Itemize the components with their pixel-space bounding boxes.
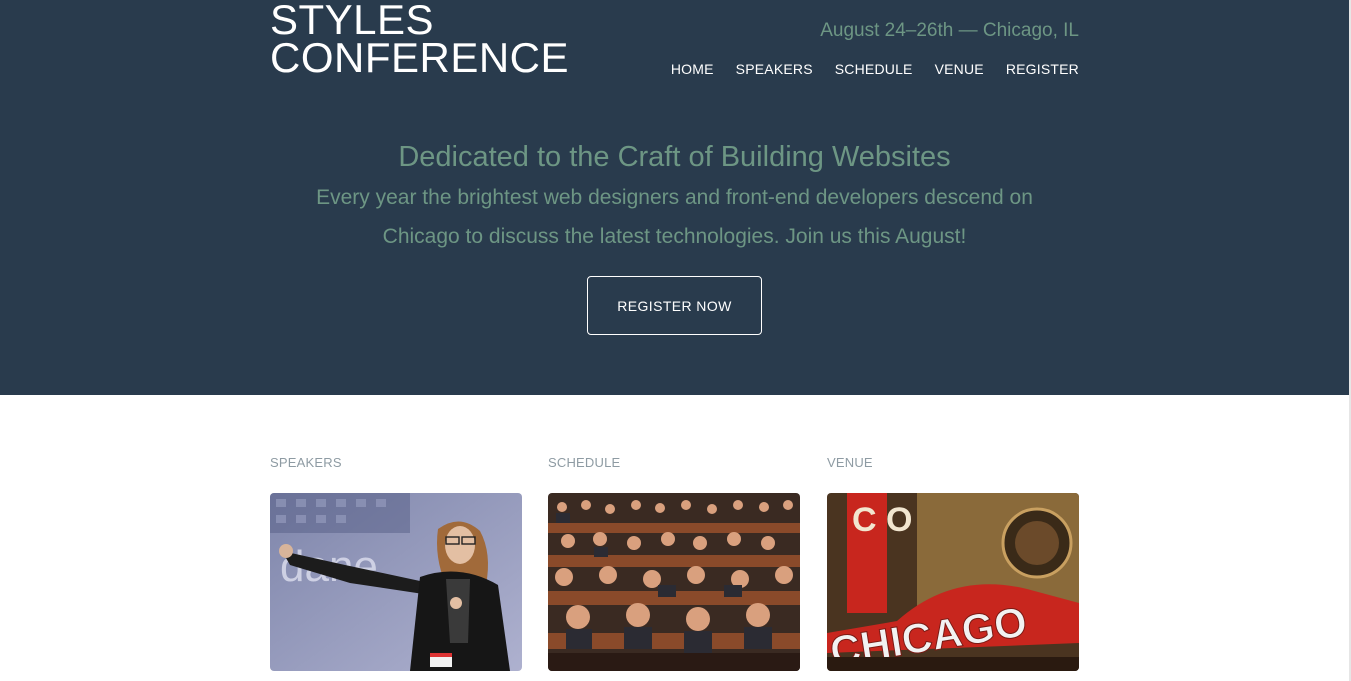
- nav-item-schedule[interactable]: SCHEDULE: [835, 61, 913, 77]
- teaser-speakers: SPEAKERS dane: [270, 455, 522, 671]
- event-date-location: August 24–26th — Chicago, IL: [820, 20, 1079, 41]
- site-logo[interactable]: STYLES CONFERENCE: [270, 0, 570, 81]
- hero-tagline: Dedicated to the Craft of Building Websi…: [398, 141, 951, 173]
- logo-line-2: CONFERENCE: [270, 34, 570, 81]
- venue-vertical-text: C O: [852, 501, 912, 539]
- teaser-venue: VENUE C O CHICAGO: [827, 455, 1079, 671]
- nav-item-speakers[interactable]: SPEAKERS: [736, 61, 813, 77]
- teaser-schedule: SCHEDULE: [548, 455, 800, 671]
- primary-header: STYLES CONFERENCE August 24–26th — Chica…: [0, 0, 1349, 395]
- main-nav: HOME SPEAKERS SCHEDULE VENUE REGISTER: [671, 61, 1079, 77]
- teaser-heading: VENUE: [827, 455, 873, 470]
- speaker-presenting-photo[interactable]: dane: [270, 493, 522, 671]
- nav-item-home[interactable]: HOME: [671, 61, 714, 77]
- teaser-heading: SPEAKERS: [270, 455, 342, 470]
- teaser-heading: SCHEDULE: [548, 455, 621, 470]
- chicago-theater-sign-photo[interactable]: C O CHICAGO: [827, 493, 1079, 671]
- audience-in-theater-photo[interactable]: [548, 493, 800, 671]
- hero-intro: Every year the brightest web designers a…: [316, 186, 1033, 248]
- register-now-button[interactable]: REGISTER NOW: [587, 276, 762, 335]
- nav-item-register[interactable]: REGISTER: [1006, 61, 1079, 77]
- nav-item-venue[interactable]: VENUE: [935, 61, 984, 77]
